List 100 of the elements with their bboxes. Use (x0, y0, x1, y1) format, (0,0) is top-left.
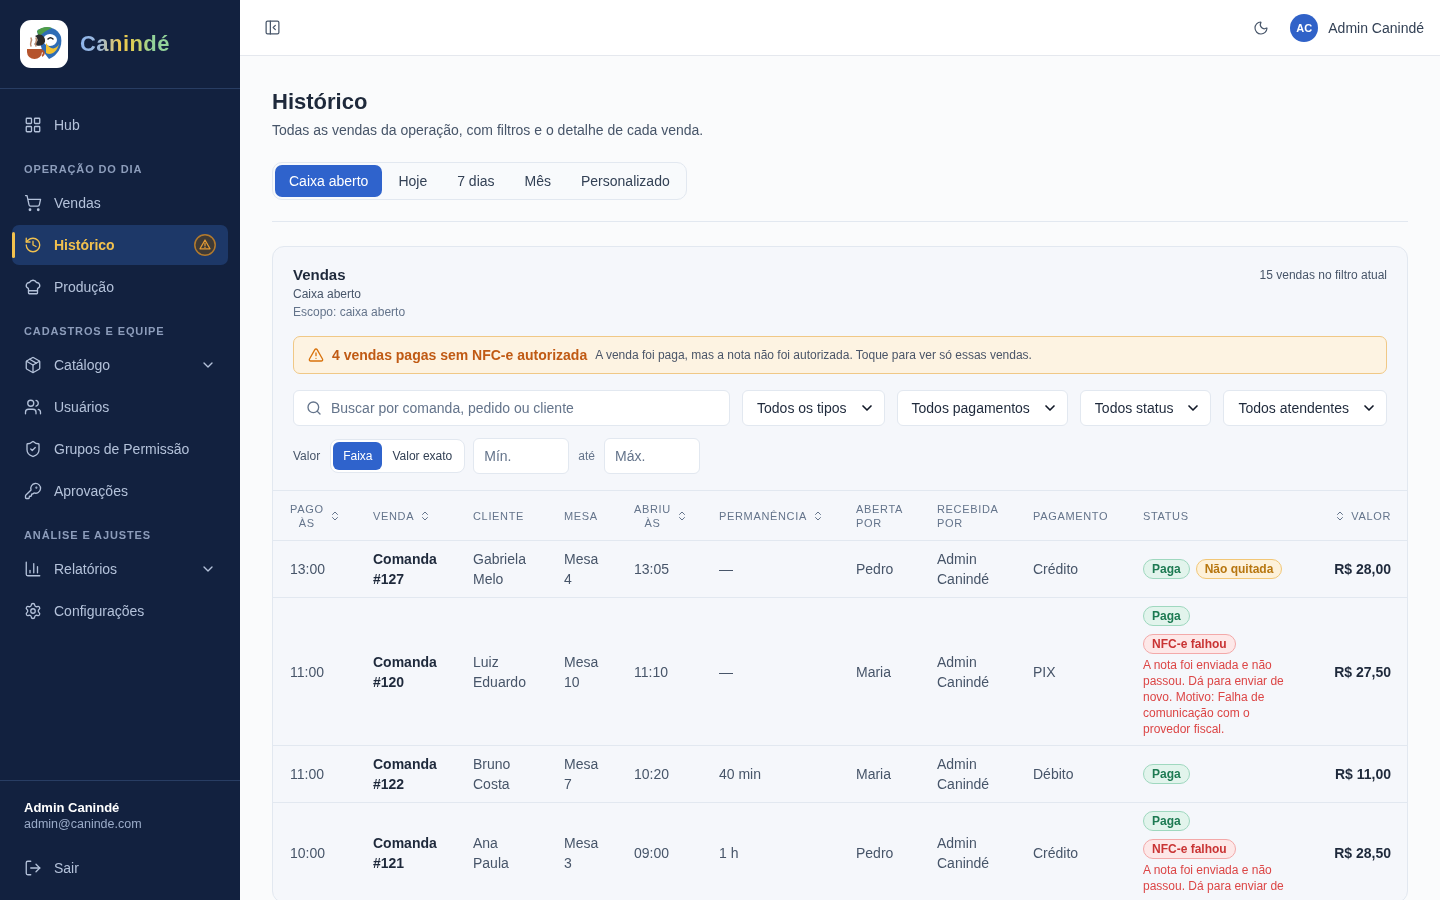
chef-hat-icon (24, 278, 42, 296)
sidebar-nav-item[interactable]: Relatórios (12, 549, 228, 589)
alert-title: 4 vendas pagas sem NFC-e autorizada (332, 347, 588, 363)
nav-section-label: CADASTROS E EQUIPE (24, 324, 165, 338)
status-badge: Paga (1143, 811, 1190, 831)
opened-by: Maria (856, 662, 891, 682)
user-name[interactable]: Admin Canindé (1328, 19, 1424, 36)
opened-time: 09:00 (634, 843, 670, 863)
period-tab[interactable]: Hoje (384, 165, 442, 197)
payment-method: Crédito (1033, 560, 1079, 579)
sidebar-nav-item[interactable]: Aprovações (12, 471, 228, 511)
user-avatar[interactable]: AC (1290, 13, 1319, 42)
user-email: admin@caninde.com (24, 816, 142, 832)
received-by: Admin Canindé (937, 755, 990, 794)
opened-by: Pedro (856, 843, 894, 863)
value-mode-option[interactable]: Valor exato (382, 442, 463, 470)
stay-duration: 1 h (719, 843, 739, 863)
result-count: 15 vendas no filtro atual (1259, 267, 1387, 284)
sale-value: R$ 28,00 (1334, 560, 1391, 579)
column-header: RECEBIDA POR (937, 501, 998, 530)
column-header: MESA (564, 508, 598, 523)
received-by: Admin Canindé (937, 652, 990, 692)
search-icon (306, 400, 322, 416)
table-number: Mesa 10 (564, 652, 599, 692)
parrot-logo-icon (20, 20, 68, 68)
sale-number: Comanda #121 (373, 833, 437, 873)
column-header: STATUS (1143, 508, 1189, 523)
alert-banner[interactable]: 4 vendas pagas sem NFC-e autorizada A venda foi paga, mas a nota não foi autorizada. Toque para ver só essas vendas. (293, 336, 1387, 374)
filter-select[interactable]: Todos os tipos (742, 390, 885, 426)
card-title: Vendas (293, 265, 346, 285)
table-number: Mesa 7 (564, 755, 599, 794)
page-subtitle: Todas as vendas da operação, com filtros e o detalhe de cada venda. (272, 121, 705, 140)
sidebar-nav-item[interactable]: Vendas (12, 183, 228, 223)
history-icon (24, 236, 42, 254)
range-separator: até (578, 449, 595, 463)
sidebar-nav-item[interactable]: Produção (12, 267, 228, 307)
period-tab[interactable]: Caixa aberto (275, 165, 383, 197)
error-message: A nota foi enviada e não passou. Dá para enviar de novo. Motivo: Falha de comunicação com o provedor fiscal. (1143, 657, 1285, 737)
paid-time: 11:00 (290, 765, 324, 784)
sale-value: R$ 28,50 (1334, 843, 1391, 863)
payment-method: Débito (1033, 765, 1074, 784)
filter-select[interactable]: Todos status (1079, 390, 1212, 426)
shield-check-icon (24, 440, 42, 458)
sidebar-nav-item[interactable]: Grupos de Permissão (12, 429, 228, 469)
filter-select[interactable]: Todos atendentes (1223, 390, 1387, 426)
client-name: Luiz Eduardo (473, 652, 526, 692)
column-header: ABERTA POR (856, 501, 903, 530)
client-name: Gabriela Melo (473, 550, 526, 589)
min-value-field[interactable]: Mín. (473, 438, 570, 474)
column-header-button[interactable]: VENDA (373, 508, 432, 523)
sidebar-nav-item[interactable]: Histórico (12, 225, 228, 265)
table-number: Mesa 3 (564, 833, 599, 873)
column-header-button[interactable]: PAGO ÀS (290, 501, 341, 530)
alert-message: A venda foi paga, mas a nota não foi autorizada. Toque para ver só essas vendas. (595, 348, 1032, 362)
period-tab[interactable]: Mês (510, 165, 565, 197)
sale-number: Comanda #120 (373, 652, 437, 692)
paid-time: 13:00 (290, 560, 326, 579)
sidebar-toggle-icon[interactable] (264, 19, 281, 36)
value-mode-option[interactable]: Faixa (333, 442, 383, 470)
settings-icon (24, 602, 42, 620)
moon-icon[interactable] (1253, 19, 1270, 36)
users-icon (24, 398, 42, 416)
paid-time: 11:00 (290, 662, 324, 682)
grid-icon (24, 116, 42, 134)
period-tab[interactable]: Personalizado (567, 165, 684, 197)
column-header-button[interactable]: ABRIU ÀS (634, 501, 688, 530)
nav-section-label: OPERAÇÃO DO DIA (24, 162, 143, 176)
filter-select[interactable]: Todos pagamentos (896, 390, 1068, 426)
max-value-field[interactable]: Máx. (603, 438, 700, 474)
logout-link[interactable]: Sair (12, 848, 228, 888)
status-badge: Não quitada (1195, 559, 1283, 579)
sidebar-nav-item[interactable]: Hub (12, 105, 228, 145)
table-number: Mesa 4 (564, 550, 599, 589)
box-icon (24, 356, 42, 374)
opened-time: 11:10 (634, 662, 668, 682)
sidebar-nav-item[interactable]: Configurações (12, 591, 228, 631)
user-name: Admin Canindé (24, 800, 120, 816)
column-header-button[interactable]: VALOR (1334, 508, 1391, 523)
received-by: Admin Canindé (937, 550, 990, 589)
sale-number: Comanda #127 (373, 550, 437, 589)
error-message: A nota foi enviada e não passou. Dá para enviar de (1143, 862, 1285, 894)
opened-time: 10:20 (634, 765, 670, 784)
sidebar-nav-item[interactable]: Catálogo (12, 345, 228, 385)
sale-value: R$ 27,50 (1334, 662, 1391, 682)
period-tab[interactable]: 7 dias (443, 165, 509, 197)
opened-by: Maria (856, 765, 891, 784)
key-icon (24, 482, 42, 500)
status-badge: NFC-e falhou (1143, 634, 1236, 654)
cart-icon (24, 194, 42, 212)
warning-icon (308, 347, 324, 363)
column-header-button[interactable]: PERMANÊNCIA (719, 508, 824, 523)
client-name: Ana Paula (473, 833, 509, 873)
payment-method: PIX (1033, 662, 1056, 682)
status-badge: Paga (1143, 606, 1190, 626)
search-field[interactable]: Buscar por comanda, pedido ou cliente (293, 390, 731, 426)
nav-section-label: ANÁLISE E AJUSTES (24, 528, 152, 542)
opened-time: 13:05 (634, 560, 670, 579)
sidebar-nav-item[interactable]: Usuários (12, 387, 228, 427)
status-badge: NFC-e falhou (1143, 839, 1236, 859)
opened-by: Pedro (856, 560, 894, 579)
